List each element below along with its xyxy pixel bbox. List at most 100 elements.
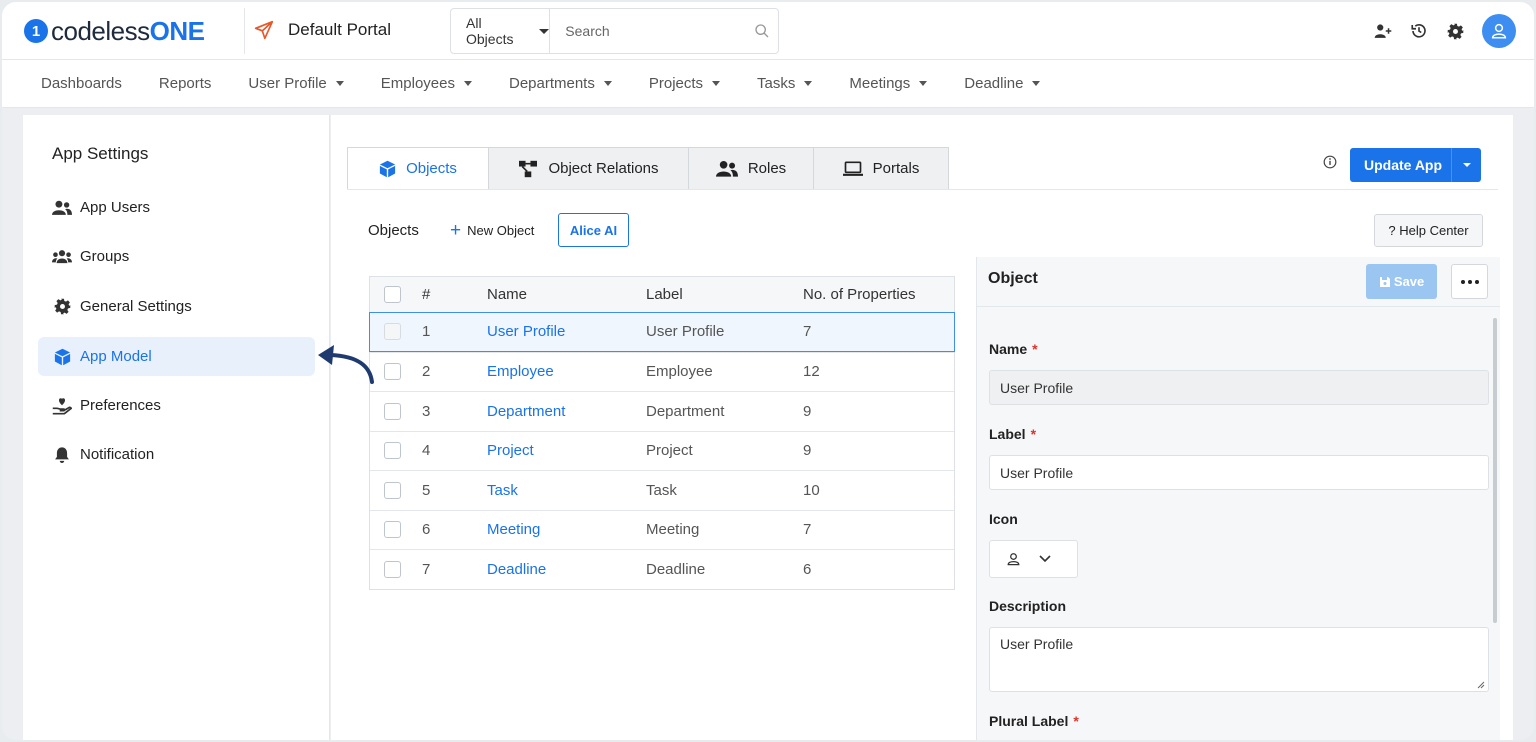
row-name-link[interactable]: Deadline — [487, 561, 546, 578]
users-icon — [52, 198, 72, 218]
search-icon[interactable] — [746, 23, 778, 39]
alice-ai-button[interactable]: Alice AI — [558, 213, 629, 247]
table-row[interactable]: 3 Department Department 9 — [370, 391, 954, 431]
tab-label: Object Relations — [548, 160, 659, 177]
more-options-button[interactable] — [1451, 264, 1488, 299]
row-number: 7 — [422, 560, 431, 578]
row-name-link[interactable]: Employee — [487, 363, 554, 380]
table-row[interactable]: 1 User Profile User Profile 7 — [369, 312, 955, 352]
chevron-down-icon — [1039, 555, 1051, 563]
caret-down-icon — [1032, 81, 1041, 86]
search-scope-select[interactable]: All Objects — [451, 9, 551, 53]
label-field[interactable] — [989, 455, 1489, 490]
table-row[interactable]: 5 Task Task 10 — [370, 470, 954, 510]
sidebar-item-label: Groups — [80, 248, 130, 265]
name-field[interactable] — [989, 370, 1489, 405]
search-input[interactable] — [550, 9, 747, 53]
table-row[interactable]: 6 Meeting Meeting 7 — [370, 509, 954, 550]
icon-select[interactable] — [989, 540, 1078, 578]
row-name-link[interactable]: User Profile — [487, 323, 565, 340]
nav-item-tasks[interactable]: Tasks — [757, 75, 813, 92]
table-row[interactable]: 7 Deadline Deadline 6 — [370, 549, 954, 589]
sidebar-item-general-settings[interactable]: General Settings — [38, 287, 315, 326]
select-all-checkbox[interactable] — [384, 286, 401, 303]
gear-icon[interactable] — [1446, 22, 1464, 40]
nav-item-employees[interactable]: Employees — [381, 75, 472, 92]
label-field-label: Label * — [989, 426, 1037, 442]
row-name-link[interactable]: Task — [487, 482, 518, 499]
resize-handle-icon[interactable] — [1477, 681, 1485, 689]
portal-switcher[interactable]: Default Portal — [254, 20, 391, 40]
table-row[interactable]: 4 Project Project 9 — [370, 430, 954, 471]
logo-text: codelessONE — [51, 15, 205, 46]
row-checkbox[interactable] — [384, 521, 401, 539]
row-checkbox[interactable] — [384, 363, 401, 381]
floppy-icon — [1379, 276, 1390, 287]
app-window: 1 codelessONE Default Portal All Objects — [2, 2, 1534, 740]
nav-item-meetings[interactable]: Meetings — [849, 75, 928, 92]
header-num: # — [422, 286, 431, 303]
paper-plane-icon — [254, 20, 274, 40]
nav-item-user-profile[interactable]: User Profile — [248, 75, 344, 92]
user-avatar[interactable] — [1482, 14, 1516, 48]
tab-portals[interactable]: Portals — [813, 147, 949, 190]
groups-icon — [52, 247, 72, 267]
row-name-link[interactable]: Project — [487, 442, 534, 459]
nav-item-projects[interactable]: Projects — [649, 75, 721, 92]
header-name[interactable]: Name — [487, 286, 527, 303]
name-field-label: Name * — [989, 341, 1038, 357]
tab-label: Portals — [872, 160, 920, 177]
row-properties-count: 6 — [803, 560, 812, 578]
row-checkbox[interactable] — [384, 442, 401, 460]
row-name-link[interactable]: Department — [487, 403, 565, 420]
tab-label: Objects — [406, 160, 457, 177]
sidebar-item-app-model[interactable]: App Model — [38, 337, 315, 376]
sidebar-item-notification[interactable]: Notification — [38, 435, 315, 474]
row-checkbox[interactable] — [384, 402, 401, 420]
info-icon[interactable] — [1323, 155, 1337, 174]
history-icon[interactable] — [1410, 22, 1428, 40]
nav-item-label: Meetings — [849, 75, 911, 92]
laptop-icon — [842, 161, 863, 176]
row-properties-count: 7 — [803, 323, 812, 341]
panel-title: Object — [988, 270, 1038, 287]
tab-roles[interactable]: Roles — [688, 147, 814, 190]
tab-object-relations[interactable]: Object Relations — [488, 147, 689, 190]
row-label: Task — [646, 481, 677, 499]
nav-item-departments[interactable]: Departments — [509, 75, 612, 92]
update-app-button[interactable]: Update App — [1350, 148, 1481, 182]
save-button[interactable]: Save — [1366, 264, 1437, 299]
caret-down-icon — [603, 81, 612, 86]
row-checkbox[interactable] — [384, 481, 401, 499]
logo[interactable]: 1 codelessONE — [24, 15, 205, 46]
row-checkbox[interactable] — [384, 560, 401, 578]
sidebar-item-preferences[interactable]: Preferences — [38, 386, 315, 425]
sidebar-item-app-users[interactable]: App Users — [38, 188, 315, 227]
help-center-button[interactable]: ? Help Center — [1374, 214, 1483, 247]
nav-item-label: Reports — [158, 75, 212, 92]
tab-objects[interactable]: Objects — [347, 147, 489, 190]
new-object-button[interactable]: + New Object — [450, 221, 534, 240]
row-label: Department — [646, 402, 725, 420]
more-horizontal-icon — [1460, 279, 1479, 284]
sidebar-item-groups[interactable]: Groups — [38, 237, 315, 276]
add-user-icon[interactable] — [1374, 22, 1392, 40]
header-label[interactable]: Label — [646, 286, 683, 303]
search-scope-value: All Objects — [466, 15, 514, 47]
row-name-link[interactable]: Meeting — [487, 521, 540, 538]
main-nav: Dashboards Reports User Profile Employees De… — [2, 60, 1534, 108]
cube-icon — [379, 160, 396, 177]
header-properties[interactable]: No. of Properties — [803, 286, 916, 303]
nav-item-reports[interactable]: Reports — [159, 75, 212, 92]
sidebar-item-label: Notification — [80, 446, 155, 463]
nav-item-deadline[interactable]: Deadline — [964, 75, 1041, 92]
objects-title: Objects — [368, 222, 419, 239]
user-icon — [1007, 553, 1020, 566]
table-row[interactable]: 2 Employee Employee 12 — [370, 351, 954, 392]
nav-item-dashboards[interactable]: Dashboards — [41, 75, 122, 92]
panel-scrollbar[interactable] — [1493, 318, 1497, 623]
description-field[interactable]: User Profile — [989, 627, 1489, 692]
update-app-dropdown[interactable] — [1451, 148, 1481, 182]
row-checkbox[interactable] — [384, 323, 401, 341]
new-object-label: New Object — [467, 223, 535, 238]
